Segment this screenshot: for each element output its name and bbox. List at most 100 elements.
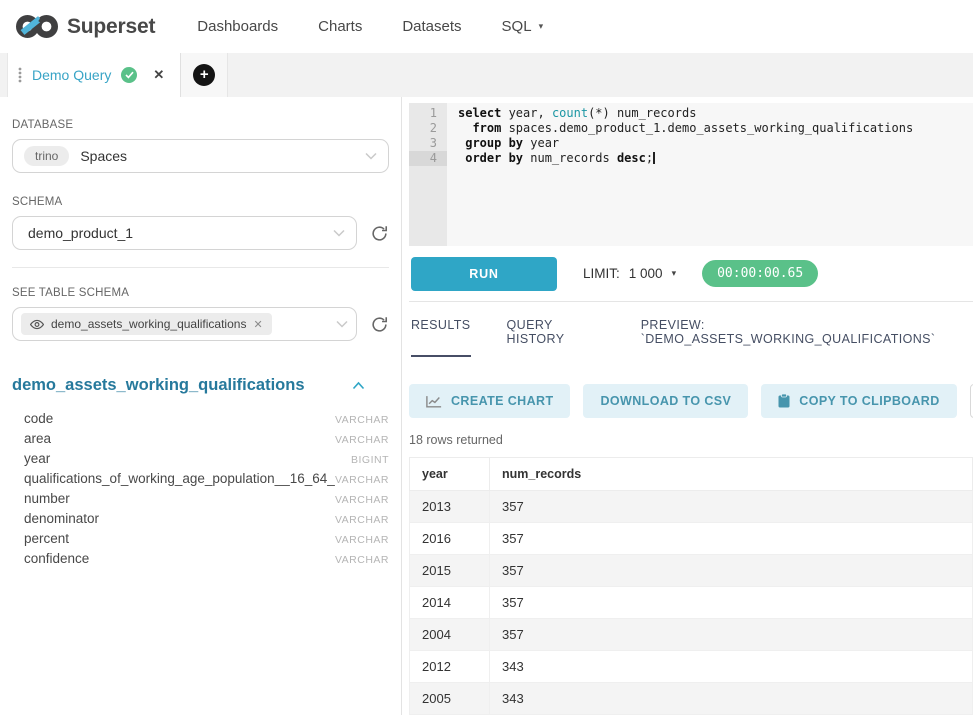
tab-label[interactable]: Demo Query [32,67,111,83]
sidebar-divider [12,267,389,268]
gutter-line-number: 3 [409,136,447,151]
column-type: VARCHAR [335,514,389,526]
eye-icon [30,319,44,330]
chevron-down-icon [336,320,348,328]
nav-item-datasets[interactable]: Datasets [402,18,461,35]
column-row: qualifications_of_working_age_population… [24,468,389,488]
line-chart-icon [426,395,442,408]
column-name: year [24,451,50,466]
chevron-down-icon [333,229,345,237]
copy-clipboard-label: COPY TO CLIPBOARD [799,394,939,408]
column-list: codeVARCHARareaVARCHARyearBIGINTqualific… [12,408,389,568]
gutter-line-number: 4 [409,151,447,166]
code-line[interactable]: select year, count(*) num_records [458,106,973,121]
table-row: 2005343 [410,683,973,715]
gutter-line-number: 1 [409,106,447,121]
query-timer-badge: 00:00:00.65 [702,260,818,287]
superset-brand[interactable]: Superset [16,13,155,40]
table-row: 2004357 [410,619,973,651]
schema-select-value: demo_product_1 [24,225,133,241]
results-table-header-row: year num_records [410,458,973,491]
clipboard-icon [778,394,790,408]
column-type: VARCHAR [335,434,389,446]
nav-item-sql[interactable]: SQL▾ [502,18,544,35]
tab-query-history[interactable]: QUERY HISTORY [507,318,605,357]
drag-handle-icon[interactable] [18,67,22,83]
code-line[interactable]: order by num_records desc; [458,151,973,166]
results-tab-bar: RESULTS QUERY HISTORY PREVIEW: `DEMO_ASS… [409,302,973,357]
table-row: 2013357 [410,491,973,523]
code-line[interactable]: group by year [458,136,973,151]
database-engine-badge: trino [24,146,69,166]
editor-code[interactable]: select year, count(*) num_records from s… [447,103,973,246]
query-success-icon [121,67,137,83]
nav-item-dashboards[interactable]: Dashboards [197,18,278,35]
download-csv-button[interactable]: DOWNLOAD TO CSV [583,384,748,418]
header-year[interactable]: year [410,458,490,491]
download-csv-label: DOWNLOAD TO CSV [600,394,731,408]
collapse-table-icon[interactable] [352,381,365,390]
nav-item-charts[interactable]: Charts [318,18,362,35]
cell-year: 2016 [410,523,490,555]
top-nav: Superset Dashboards Charts Datasets SQL▾ [0,0,973,53]
caret-down-icon: ▾ [539,21,544,32]
column-row: denominatorVARCHAR [24,508,389,528]
caret-down-icon: ▾ [672,268,677,279]
create-chart-button[interactable]: CREATE CHART [409,384,570,418]
column-type: VARCHAR [335,494,389,506]
tab-close-icon[interactable]: ✕ [153,67,164,83]
nav-menu: Dashboards Charts Datasets SQL▾ [197,18,543,35]
add-tab-button[interactable]: + [193,64,215,86]
column-type: VARCHAR [335,534,389,546]
table-select[interactable]: demo_assets_working_qualifications ✕ [12,307,357,341]
cell-year: 2004 [410,619,490,651]
column-type: BIGINT [351,454,389,466]
new-tab-tile: + [181,53,228,97]
cell-num-records: 357 [490,491,973,523]
header-num-records[interactable]: num_records [490,458,973,491]
column-row: codeVARCHAR [24,408,389,428]
query-tab-strip: Demo Query ✕ + [0,53,973,97]
database-select[interactable]: trino Spaces [12,139,389,173]
database-select-value: Spaces [80,148,127,164]
tab-results[interactable]: RESULTS [411,318,471,357]
limit-value: 1 000 [629,266,663,281]
tab-demo-query[interactable]: Demo Query ✕ [7,53,181,97]
run-button[interactable]: RUN [411,257,557,291]
column-name: percent [24,531,69,546]
cell-year: 2005 [410,683,490,715]
code-line[interactable]: from spaces.demo_product_1.demo_assets_w… [458,121,973,136]
column-name: area [24,431,51,446]
filter-results-input[interactable] [970,384,973,418]
cell-year: 2013 [410,491,490,523]
create-chart-label: CREATE CHART [451,394,553,408]
limit-label: LIMIT: [583,266,620,281]
selected-table-name: demo_assets_working_qualifications [51,317,246,331]
sql-lab-sidebar: DATABASE trino Spaces SCHEMA demo_produc… [0,97,402,715]
sql-lab-body: DATABASE trino Spaces SCHEMA demo_produc… [0,97,973,715]
superset-logo-icon [16,13,58,40]
tab-preview-table[interactable]: PREVIEW: `DEMO_ASSETS_WORKING_QUALIFICAT… [641,318,971,357]
cell-num-records: 343 [490,683,973,715]
column-type: VARCHAR [335,554,389,566]
copy-clipboard-button[interactable]: COPY TO CLIPBOARD [761,384,956,418]
cell-num-records: 357 [490,523,973,555]
selected-table-pill: demo_assets_working_qualifications ✕ [21,313,272,335]
schema-select[interactable]: demo_product_1 [12,216,357,250]
limit-dropdown[interactable]: LIMIT: 1 000 ▾ [583,266,676,281]
cell-num-records: 357 [490,619,973,651]
editor-gutter: 1234 [409,103,447,246]
database-label: DATABASE [12,119,389,131]
brand-name: Superset [67,15,155,39]
table-row: 2012343 [410,651,973,683]
table-schema-heading: demo_assets_working_qualifications [12,376,305,395]
refresh-schemas-icon[interactable] [370,224,389,243]
cell-year: 2015 [410,555,490,587]
column-name: code [24,411,53,426]
schema-label: SCHEMA [12,196,389,208]
table-row: 2015357 [410,555,973,587]
remove-table-icon[interactable]: ✕ [253,318,262,331]
refresh-tables-icon[interactable] [370,315,389,334]
text-cursor [653,152,655,164]
sql-editor[interactable]: 1234 select year, count(*) num_records f… [409,103,973,246]
